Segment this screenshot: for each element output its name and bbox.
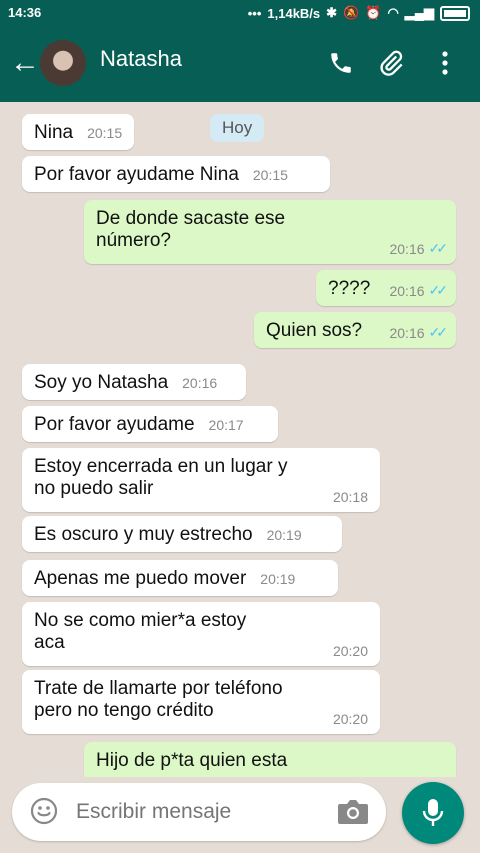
- message-incoming[interactable]: Trate de llamarte por teléfono pero no t…: [22, 670, 380, 734]
- mic-icon: [422, 799, 444, 826]
- message-time: 20:19: [260, 571, 296, 587]
- status-time: 14:36: [8, 5, 42, 20]
- paperclip-icon[interactable]: [374, 46, 408, 80]
- message-incoming[interactable]: Estoy encerrada en un lugar y no puedo s…: [22, 448, 380, 512]
- message-text-line1: No se como mier*a estoy: [34, 610, 247, 631]
- message-text: Apenas me puedo mover: [34, 568, 247, 589]
- message-text: Por favor ayudame Nina: [34, 164, 239, 185]
- message-text: Quien sos?: [266, 320, 363, 341]
- message-time: 20:20: [332, 643, 368, 659]
- message-incoming[interactable]: No se como mier*a estoy aca 20:20: [22, 602, 380, 666]
- double-check-icon: ✓✓: [428, 324, 449, 340]
- message-time: 20:16: [389, 282, 425, 299]
- phone-icon[interactable]: [324, 46, 358, 80]
- back-arrow-icon[interactable]: ←: [10, 48, 40, 78]
- contact-name[interactable]: Natasha: [100, 46, 182, 72]
- message-incoming[interactable]: Nina 20:15: [22, 114, 134, 150]
- message-time: 20:16: [389, 324, 425, 341]
- message-text: Nina: [34, 122, 74, 143]
- message-outgoing[interactable]: De donde sacaste ese número? 20:16 ✓✓: [84, 200, 456, 264]
- camera-icon[interactable]: [336, 797, 370, 827]
- message-outgoing[interactable]: Quien sos? 20:16 ✓✓: [254, 312, 456, 348]
- bluetooth-icon: ✱: [326, 5, 338, 20]
- message-text-line1: De donde sacaste ese: [96, 208, 286, 229]
- double-check-icon: ✓✓: [428, 240, 449, 256]
- message-composer: [12, 783, 386, 841]
- message-meta: 20:16 ✓✓: [389, 282, 449, 299]
- message-text: Hijo de p*ta quien esta: [96, 750, 288, 771]
- double-check-icon: ✓✓: [428, 282, 449, 298]
- message-time: 20:20: [332, 711, 368, 727]
- message-meta: 20:16 ✓✓: [389, 324, 449, 341]
- message-time: 20:16: [182, 375, 218, 391]
- date-chip: Hoy: [210, 114, 265, 142]
- message-meta: 20:16 ✓✓: [389, 240, 449, 257]
- message-text: Es oscuro y muy estrecho: [34, 524, 253, 545]
- chat-area[interactable]: Hoy Nina 20:15 Por favor ayudame Nina 20:1…: [0, 102, 480, 777]
- status-icons: ••• 1,14kB/s ✱ 🔕 ⏰ ◠ ▂▄▆: [248, 5, 470, 21]
- status-dots: •••: [247, 5, 262, 21]
- message-time: 20:16: [389, 240, 425, 257]
- message-incoming[interactable]: Por favor ayudame Nina 20:15: [22, 156, 330, 192]
- mute-icon: 🔕: [343, 5, 360, 20]
- message-incoming[interactable]: Apenas me puedo mover 20:19: [22, 560, 338, 596]
- battery-icon: [440, 5, 470, 21]
- more-vert-icon[interactable]: [428, 46, 462, 80]
- emoji-icon[interactable]: [30, 797, 58, 825]
- message-time: 20:19: [266, 527, 302, 543]
- message-time: 20:15: [87, 125, 123, 141]
- message-text: ????: [328, 278, 371, 299]
- avatar[interactable]: [40, 40, 86, 86]
- message-text-line1: Trate de llamarte por teléfono: [34, 678, 283, 699]
- alarm-icon: ⏰: [365, 5, 382, 20]
- message-time: 20:17: [208, 417, 244, 433]
- status-bar: 14:36 ••• 1,14kB/s ✱ 🔕 ⏰ ◠ ▂▄▆: [0, 0, 480, 26]
- message-text: Por favor ayudame: [34, 414, 195, 435]
- wifi-icon: ◠: [387, 5, 399, 20]
- signal-icon: ▂▄▆: [404, 5, 434, 20]
- message-time: 20:18: [332, 489, 368, 505]
- mic-button[interactable]: [402, 782, 464, 844]
- message-input[interactable]: [74, 795, 328, 829]
- message-outgoing[interactable]: ???? 20:16 ✓✓: [316, 270, 456, 306]
- message-text-line2: no puedo salir: [34, 478, 154, 499]
- message-text: Soy yo Natasha: [34, 372, 169, 393]
- message-incoming[interactable]: Es oscuro y muy estrecho 20:19: [22, 516, 342, 552]
- message-outgoing[interactable]: Hijo de p*ta quien esta: [84, 742, 456, 777]
- message-text-line1: Estoy encerrada en un lugar y: [34, 456, 288, 477]
- message-incoming[interactable]: Soy yo Natasha 20:16: [22, 364, 246, 400]
- message-incoming[interactable]: Por favor ayudame 20:17: [22, 406, 278, 442]
- message-text-line2: pero no tengo crédito: [34, 700, 214, 721]
- message-time: 20:15: [252, 167, 288, 183]
- message-text-line2: aca: [34, 632, 65, 653]
- chat-header: ← Natasha: [0, 26, 480, 102]
- network-speed: 1,14kB/s: [267, 5, 321, 21]
